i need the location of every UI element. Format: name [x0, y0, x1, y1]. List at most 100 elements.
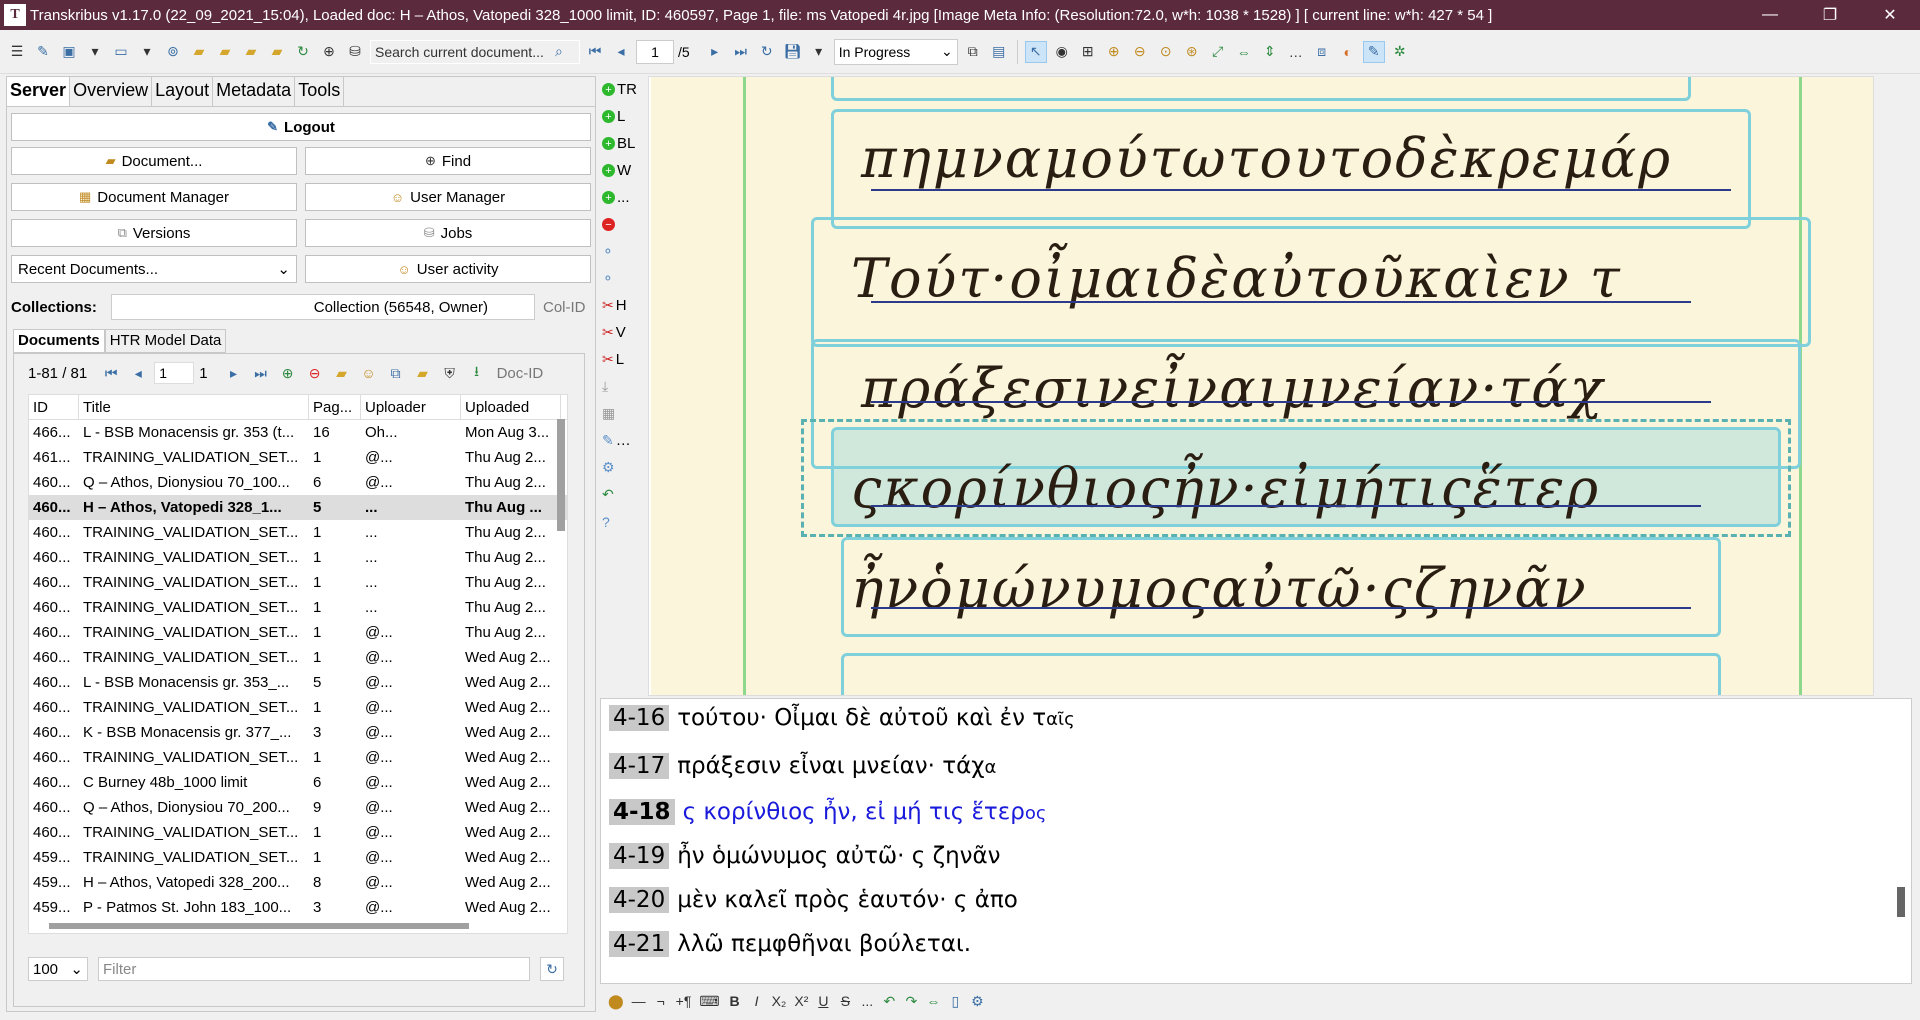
folder-export-icon[interactable]: ▰ [240, 41, 262, 63]
col-id-field[interactable]: Col-ID [543, 299, 586, 316]
table-row[interactable]: 460... C Burney 48b_1000 limit 6 @... Wed Au… [29, 770, 567, 795]
fit-page-icon[interactable]: ⤢ [1207, 41, 1229, 63]
table-row[interactable]: 460... TRAINING_VALIDATION_SET... 1 @... Wed… [29, 820, 567, 845]
save-dropdown-icon[interactable]: ▾ [808, 41, 830, 63]
download-icon[interactable]: ⭳ [466, 362, 488, 384]
recent-documents-select[interactable]: Recent Documents... ⌄ [11, 255, 297, 283]
line-text[interactable]: λλῶ πεμφθῆναι βούλεται. [677, 931, 971, 957]
remove-shape-button[interactable]: − [598, 211, 648, 238]
tab-server[interactable]: Server [7, 77, 71, 106]
line-text[interactable]: τούτου· Οἶμαι δὲ αὐτοῦ καὶ ἐν τ [677, 705, 1046, 731]
bug-icon[interactable]: ✲ [1389, 41, 1411, 63]
line-polygon-top[interactable] [831, 77, 1691, 101]
refresh-icon[interactable]: ↻ [756, 41, 778, 63]
table-row[interactable]: 460... Q – Athos, Dionysiou 70_200... 9 @..… [29, 795, 567, 820]
remove-point-button[interactable]: ⚬ [598, 265, 648, 292]
search-icon[interactable]: ⌕ [548, 41, 570, 63]
zoom-reset-icon[interactable]: ⊙ [1155, 41, 1177, 63]
zoom-out-icon[interactable]: ⊖ [1129, 41, 1151, 63]
next-page-icon[interactable]: ▸ [704, 41, 726, 63]
table-row[interactable]: 460... TRAINING_VALIDATION_SET... 1... Thu … [29, 520, 567, 545]
wrench-button[interactable]: ⚙ [598, 454, 648, 481]
fit-height-icon[interactable]: ⇕ [1259, 41, 1281, 63]
page-icon[interactable]: ▤ [988, 41, 1010, 63]
transcription-line[interactable]: 4-16 τούτου· Οἶμαι δὲ αὐτοῦ καὶ ἐν τ αῖς [609, 705, 1075, 731]
last-page-icon[interactable]: ⏭ [250, 362, 272, 384]
add-baseline-button[interactable]: + BL [598, 130, 648, 157]
document-button[interactable]: ▰ Document... [11, 147, 297, 175]
tab-documents[interactable]: Documents [13, 329, 105, 353]
page-number-input[interactable]: 1 [636, 39, 674, 64]
superscript-button[interactable]: X² [794, 993, 808, 1009]
tab-overview[interactable]: Overview [70, 77, 153, 106]
versions-button[interactable]: ⧉ Versions [11, 219, 297, 247]
add-textregion-button[interactable]: + TR [598, 76, 648, 103]
table-row[interactable]: 461... TRAINING_VALIDATION_SET... 1 @... Thu… [29, 445, 567, 470]
table-row[interactable]: 460... TRAINING_VALIDATION_SET... 1 @... Wed… [29, 645, 567, 670]
table-row[interactable]: 459... H – Athos, Vatopedi 328_200... 8 @..… [29, 870, 567, 895]
split-vertical-button[interactable]: ✂ V [598, 319, 648, 346]
first-page-icon[interactable]: ⏮ [584, 41, 606, 63]
folder-icon[interactable]: ▰ [331, 362, 353, 384]
transcription-editor[interactable]: 4-16 τούτου· Οἶμαι δὲ αὐτοῦ καὶ ἐν τ αῖς 4-… [600, 698, 1912, 984]
minimize-button[interactable]: — [1740, 0, 1800, 30]
page-size-select[interactable]: 100 ⌄ [28, 957, 88, 981]
scroll-thumb[interactable] [557, 419, 565, 531]
table-row[interactable]: 459... P - Patmos St. John 183_100... 3 @..… [29, 895, 567, 920]
table-row[interactable]: 460... TRAINING_VALIDATION_SET... 1 @... Thu… [29, 620, 567, 645]
table-vertical-scrollbar[interactable] [557, 419, 565, 929]
save-icon[interactable]: 💾︎ [782, 41, 804, 63]
user-activity-button[interactable]: ☺ User activity [305, 255, 591, 283]
transcription-line[interactable]: 4-20 μὲν καλεῖ πρὸς ἑαυτόν· ς ἀπο [609, 887, 1018, 913]
dash-icon[interactable]: — [632, 993, 646, 1009]
column-title[interactable]: Title [79, 395, 309, 420]
copy-icon[interactable]: ⧉ [962, 41, 984, 63]
layers-icon[interactable]: ⧈ [1311, 41, 1333, 63]
previous-page-icon[interactable]: ◂ [127, 362, 149, 384]
redo-icon[interactable]: ↷ [904, 993, 918, 1010]
not-icon[interactable]: ¬ [654, 993, 668, 1009]
eye-icon[interactable]: ◉ [1051, 41, 1073, 63]
search-input[interactable]: Search current document... ⌕ [370, 39, 580, 64]
layout-icon[interactable]: ▣ [58, 41, 80, 63]
pager-from-input[interactable]: 1 [154, 362, 195, 384]
doc-id-field[interactable]: Doc-ID [497, 365, 544, 382]
paragraph-icon[interactable]: +¶ [676, 993, 692, 1009]
undo-button[interactable]: ↶ [598, 481, 648, 508]
table-row[interactable]: 460... TRAINING_VALIDATION_SET... 1 @... Wed… [29, 695, 567, 720]
column-id[interactable]: ID [29, 395, 79, 420]
editor-scrollbar[interactable] [1897, 887, 1905, 917]
transcription-line[interactable]: 4-21 λλῶ πεμφθῆναι βούλεται. [609, 931, 971, 957]
tab-layout[interactable]: Layout [152, 77, 214, 106]
maximize-button[interactable]: ❐ [1800, 0, 1860, 30]
delete-icon[interactable]: ⊖ [304, 362, 326, 384]
zoom-width-icon[interactable]: ⊛ [1181, 41, 1203, 63]
table-row[interactable]: 460... TRAINING_VALIDATION_SET... 1... Thu … [29, 570, 567, 595]
link-icon[interactable]: ⊚ [162, 41, 184, 63]
menu-icon[interactable]: ☰ [6, 41, 28, 63]
undo-icon[interactable]: ↶ [882, 993, 896, 1010]
add-point-button[interactable]: ⚬ [598, 238, 648, 265]
help-button[interactable]: ? [598, 508, 648, 535]
status-select[interactable]: In Progress ⌄ [833, 38, 958, 65]
add-icon[interactable]: ⊕ [277, 362, 299, 384]
wrench-icon[interactable]: ⚙ [970, 993, 984, 1010]
copy-icon[interactable]: ⧉ [385, 362, 407, 384]
split-line-button[interactable]: ✂ L [598, 346, 648, 373]
split-horizontal-button[interactable]: ✂ H [598, 292, 648, 319]
tab-htr-model-data[interactable]: HTR Model Data [104, 329, 227, 353]
find-button[interactable]: ⊕ Find [305, 147, 591, 175]
table-row[interactable]: 460... L - BSB Monacensis gr. 353_... 5 @..… [29, 670, 567, 695]
next-page-icon[interactable]: ▸ [223, 362, 245, 384]
document-manager-button[interactable]: ▦ Document Manager [11, 183, 297, 211]
dropdown-arrow-icon-2[interactable]: ▾ [136, 41, 158, 63]
manuscript-image[interactable]: πημναμούτωτουτοδὲκρεμάρ Τούτ·οἶμαιδὲαὐτο… [651, 77, 1873, 695]
transcription-line[interactable]: 4-17 πράξεσιν εἶναι μνείαν· τάχ α [609, 753, 996, 779]
logout-button[interactable]: ✎ Logout [11, 113, 591, 141]
lock-icon[interactable]: ⛨ [439, 362, 461, 384]
zoom-in-icon[interactable]: ⊕ [1103, 41, 1125, 63]
tab-tools[interactable]: Tools [295, 77, 345, 106]
tab-metadata[interactable]: Metadata [213, 77, 296, 106]
merge-button[interactable]: ⤓ [598, 373, 648, 400]
strikethrough-button[interactable]: S [838, 993, 852, 1009]
